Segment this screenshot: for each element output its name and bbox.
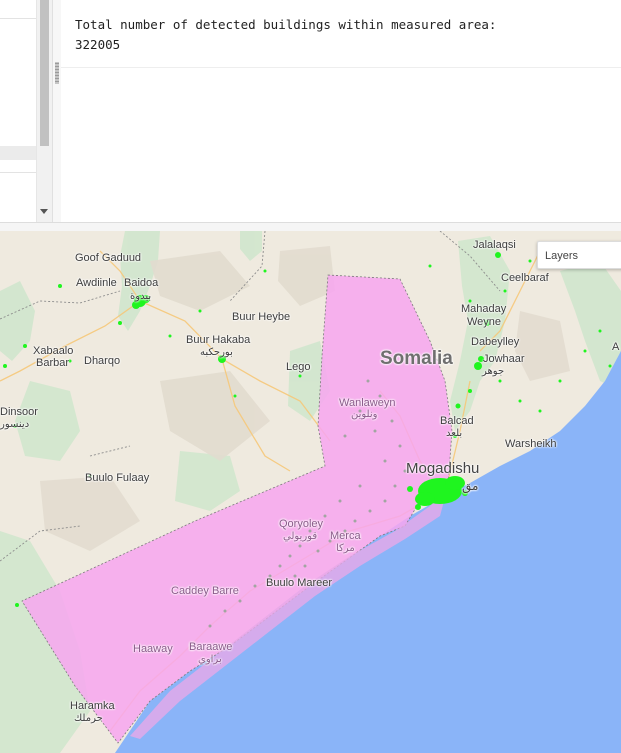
- country-label-somalia: Somalia: [380, 348, 453, 369]
- place-label-baraawe-arabic: براوي: [198, 654, 222, 665]
- map-canvas[interactable]: [0, 231, 621, 753]
- capital-label-mogadishu: Mogadishu: [406, 460, 480, 477]
- left-pane-divider: [0, 172, 36, 173]
- left-pane-selected-row[interactable]: [0, 146, 36, 160]
- place-label-haaway: Haaway: [133, 643, 173, 655]
- building-count: 322005: [75, 37, 121, 52]
- place-label-edge: A: [612, 341, 620, 353]
- place-label-buulo-fulaay: Buulo Fulaay: [85, 472, 150, 484]
- scrollbar-thumb[interactable]: [40, 0, 49, 146]
- place-label-haramka-arabic: حرملك: [74, 713, 103, 724]
- place-label-merca-arabic: مركا: [336, 543, 355, 554]
- place-label-jalalaqsi: Jalalaqsi: [473, 239, 516, 251]
- place-label-warsheikh: Warsheikh: [505, 438, 557, 450]
- top-panel: Total number of detected buildings withi…: [0, 0, 621, 232]
- layers-button[interactable]: Layers: [537, 241, 621, 269]
- place-label-jowhaar-arabic: جوهر: [482, 366, 505, 377]
- place-label-caddey-barre: Caddey Barre: [171, 585, 239, 597]
- place-label-dabeylley: Dabeylley: [471, 336, 520, 348]
- map-view[interactable]: Goof Gaduud Awdiinle Baidoa بيدوة Jalala…: [0, 231, 621, 753]
- place-label-dharqo: Dharqo: [84, 355, 121, 367]
- capital-label-mogadishu-arabic: مق: [462, 479, 479, 493]
- drag-handle-icon[interactable]: [55, 62, 59, 84]
- place-label-weyne: Weyne: [467, 316, 502, 328]
- scroll-down-arrow-icon[interactable]: [40, 209, 48, 214]
- console-panel: Total number of detected buildings withi…: [61, 0, 621, 222]
- place-label-haramka: Haramka: [70, 700, 115, 712]
- place-label-wanlaweyn: Wanlaweyn: [339, 397, 396, 409]
- console-divider: [61, 67, 621, 68]
- left-pane: [0, 0, 37, 222]
- left-pane-divider: [0, 18, 36, 19]
- place-label-qoryoley: Qoryoley: [279, 518, 324, 530]
- place-label-awdiinle: Awdiinle: [76, 277, 117, 289]
- place-label-buur-heybe: Buur Heybe: [232, 311, 291, 323]
- place-label-merca: Merca: [330, 530, 361, 542]
- left-pane-scrollbar[interactable]: [36, 0, 52, 222]
- console-line: Total number of detected buildings withi…: [75, 17, 497, 32]
- place-label-buur-hakaba-arabic: بورحكبه: [200, 347, 233, 358]
- place-label-mahaday: Mahaday: [461, 303, 507, 315]
- place-label-baidoa: Baidoa: [124, 277, 159, 289]
- place-label-wanlaweyn-arabic: ونلوين: [351, 409, 378, 420]
- place-label-baraawe: Baraawe: [189, 641, 233, 653]
- place-label-barbar: Barbar: [36, 357, 70, 369]
- place-label-qoryoley-arabic: قوريولي: [283, 531, 318, 542]
- place-label-balcad: Balcad: [440, 415, 474, 427]
- place-label-goof-gaduud: Goof Gaduud: [75, 252, 142, 264]
- place-label-lego: Lego: [286, 361, 311, 373]
- app-window: Total number of detected buildings withi…: [0, 0, 621, 753]
- place-label-balcad-arabic: بلعد: [446, 428, 463, 439]
- place-label-xabaalo: Xabaalo: [33, 345, 74, 357]
- place-label-buur-hakaba: Buur Hakaba: [186, 334, 251, 346]
- place-label-jowhaar: Jowhaar: [483, 353, 525, 365]
- place-label-buulo-mareer: Buulo Mareer: [266, 577, 333, 589]
- place-label-dinsoor-arabic: دينسور: [0, 419, 30, 430]
- place-label-dinsoor: Dinsoor: [0, 406, 38, 418]
- place-label-ceelbaraf: Ceelbaraf: [501, 272, 549, 284]
- console-output: Total number of detected buildings withi…: [75, 15, 496, 55]
- place-label-baidoa-arabic: بيدوة: [130, 291, 152, 302]
